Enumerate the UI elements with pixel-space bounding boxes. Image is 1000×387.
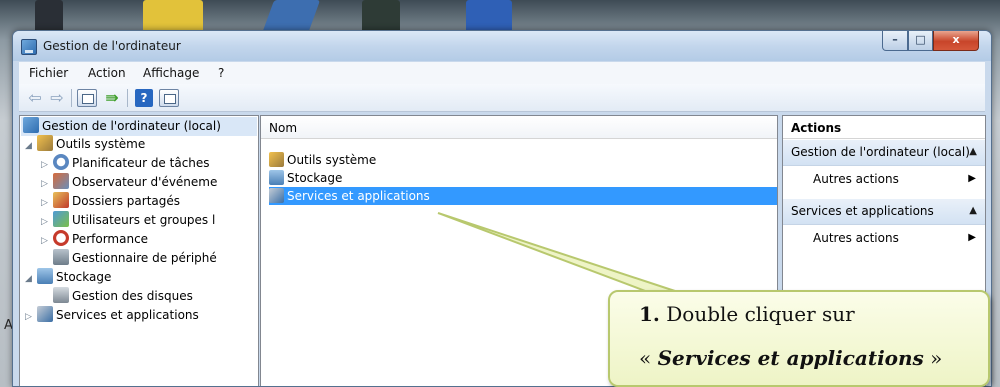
event-viewer-icon — [53, 173, 69, 189]
export-icon[interactable]: ⇛ — [103, 89, 121, 107]
actions-item-label: Autres actions — [813, 231, 899, 245]
clock-icon — [53, 154, 69, 170]
expand-icon[interactable]: ▷ — [25, 308, 37, 327]
tree-item-label: Outils système — [56, 137, 146, 151]
actions-item-label: Autres actions — [813, 172, 899, 186]
submenu-arrow-icon: ▶ — [968, 232, 976, 243]
tree-item-gestionnaire-peripheriques[interactable]: Gestionnaire de périphé — [41, 249, 217, 268]
callout-line-2: « Services et applications » — [639, 346, 942, 370]
list-item-label: Stockage — [287, 171, 343, 185]
menu-action[interactable]: Action — [88, 66, 126, 80]
expand-icon[interactable]: ◢ — [25, 137, 37, 156]
tree-item-outils-systeme[interactable]: ◢ Outils système — [25, 135, 145, 154]
tree-item-label: Gestion des disques — [72, 289, 193, 303]
close-button[interactable]: x — [933, 31, 979, 51]
services-icon — [269, 188, 284, 203]
desktop-icon-5[interactable] — [466, 0, 512, 34]
tools-icon — [37, 135, 53, 151]
tree-item-label: Observateur d'événeme — [72, 175, 218, 189]
tree-item-performance[interactable]: ▷ Performance — [41, 230, 148, 249]
back-arrow-icon[interactable]: ⇦ — [25, 89, 45, 107]
panel-icon[interactable] — [159, 89, 179, 107]
tree-item-planificateur[interactable]: ▷ Planificateur de tâches — [41, 154, 210, 173]
list-item-label: Services et applications — [287, 189, 430, 203]
tree-item-observateur[interactable]: ▷ Observateur d'événeme — [41, 173, 217, 192]
tree-item-gestion-disques[interactable]: Gestion des disques — [41, 287, 193, 306]
computer-management-icon — [21, 39, 37, 55]
tree-item-utilisateurs[interactable]: ▷ Utilisateurs et groupes l — [41, 211, 215, 230]
desktop-icon-4[interactable] — [362, 0, 400, 34]
device-manager-icon — [53, 249, 69, 265]
tree-item-label: Gestionnaire de périphé — [72, 251, 217, 265]
tree-item-label: Dossiers partagés — [72, 194, 181, 208]
expand-icon[interactable]: ◢ — [25, 270, 37, 289]
actions-more-computer[interactable]: Autres actions ▶ — [783, 167, 985, 193]
actions-section-label: Gestion de l'ordinateur (local) — [791, 145, 970, 159]
tools-icon — [269, 152, 284, 167]
desktop-icon-2[interactable] — [143, 0, 203, 34]
console-tree: Gestion de l'ordinateur (local) ◢ Outils … — [19, 115, 259, 386]
shared-folder-icon — [53, 192, 69, 208]
computer-management-icon — [23, 117, 39, 133]
tree-item-stockage[interactable]: ◢ Stockage — [25, 268, 111, 287]
list-item-stockage[interactable]: Stockage — [269, 169, 777, 187]
toolbar-separator — [71, 89, 72, 107]
callout-target-name: Services et applications — [657, 346, 924, 370]
users-icon — [53, 211, 69, 227]
tree-item-root[interactable]: Gestion de l'ordinateur (local) — [21, 117, 257, 136]
callout-line-1: 1. Double cliquer sur — [639, 302, 855, 326]
disk-icon — [53, 287, 69, 303]
forward-arrow-icon[interactable]: ⇨ — [47, 89, 67, 107]
storage-icon — [269, 170, 284, 185]
collapse-icon[interactable]: ▲ — [969, 205, 977, 216]
list-item-outils-systeme[interactable]: Outils système — [269, 151, 777, 169]
callout-instruction: Double cliquer sur — [666, 302, 855, 326]
actions-header: Actions — [783, 116, 985, 139]
column-header-nom[interactable]: Nom — [261, 116, 777, 139]
callout-step-number: 1. — [639, 302, 660, 326]
help-icon[interactable]: ? — [135, 89, 153, 107]
tree-item-label: Gestion de l'ordinateur (local) — [42, 119, 221, 133]
tree-item-label: Stockage — [56, 270, 112, 284]
toolbar: ⇦ ⇨ ⇛ ? — [19, 84, 985, 112]
tree-item-dossiers-partages[interactable]: ▷ Dossiers partagés — [41, 192, 180, 211]
list-item-label: Outils système — [287, 153, 377, 167]
tree-item-label: Utilisateurs et groupes l — [72, 213, 216, 227]
menu-fichier[interactable]: Fichier — [29, 66, 68, 80]
console-tree-icon[interactable] — [77, 89, 97, 107]
services-icon — [37, 306, 53, 322]
menu-help[interactable]: ? — [218, 66, 224, 80]
actions-section-services[interactable]: Services et applications ▲ — [783, 199, 985, 225]
storage-icon — [37, 268, 53, 284]
window-title: Gestion de l'ordinateur — [43, 39, 181, 53]
maximize-button[interactable]: □ — [908, 31, 933, 51]
tree-item-services-applications[interactable]: ▷ Services et applications — [25, 306, 199, 325]
title-bar[interactable]: Gestion de l'ordinateur – □ x — [13, 31, 991, 61]
desktop-icon-3[interactable] — [261, 0, 321, 34]
toolbar-separator — [127, 89, 128, 107]
tree-item-label: Performance — [72, 232, 149, 246]
performance-icon — [53, 230, 69, 246]
instruction-callout: 1. Double cliquer sur « Services et appl… — [608, 290, 990, 387]
callout-quote-open: « — [639, 346, 658, 370]
tree-item-label: Planificateur de tâches — [72, 156, 210, 170]
submenu-arrow-icon: ▶ — [968, 173, 976, 184]
actions-section-label: Services et applications — [791, 204, 934, 218]
list-item-services-applications[interactable]: Services et applications — [269, 187, 777, 205]
collapse-icon[interactable]: ▲ — [969, 146, 977, 157]
menu-bar: Fichier Action Affichage ? — [19, 62, 985, 84]
callout-quote-close: » — [923, 346, 943, 370]
tree-item-label: Services et applications — [56, 308, 199, 322]
menu-affichage[interactable]: Affichage — [143, 66, 199, 80]
minimize-button[interactable]: – — [882, 31, 908, 51]
actions-section-computer[interactable]: Gestion de l'ordinateur (local) ▲ — [783, 140, 985, 166]
actions-more-services[interactable]: Autres actions ▶ — [783, 226, 985, 252]
desktop-icon-1[interactable] — [35, 0, 63, 34]
